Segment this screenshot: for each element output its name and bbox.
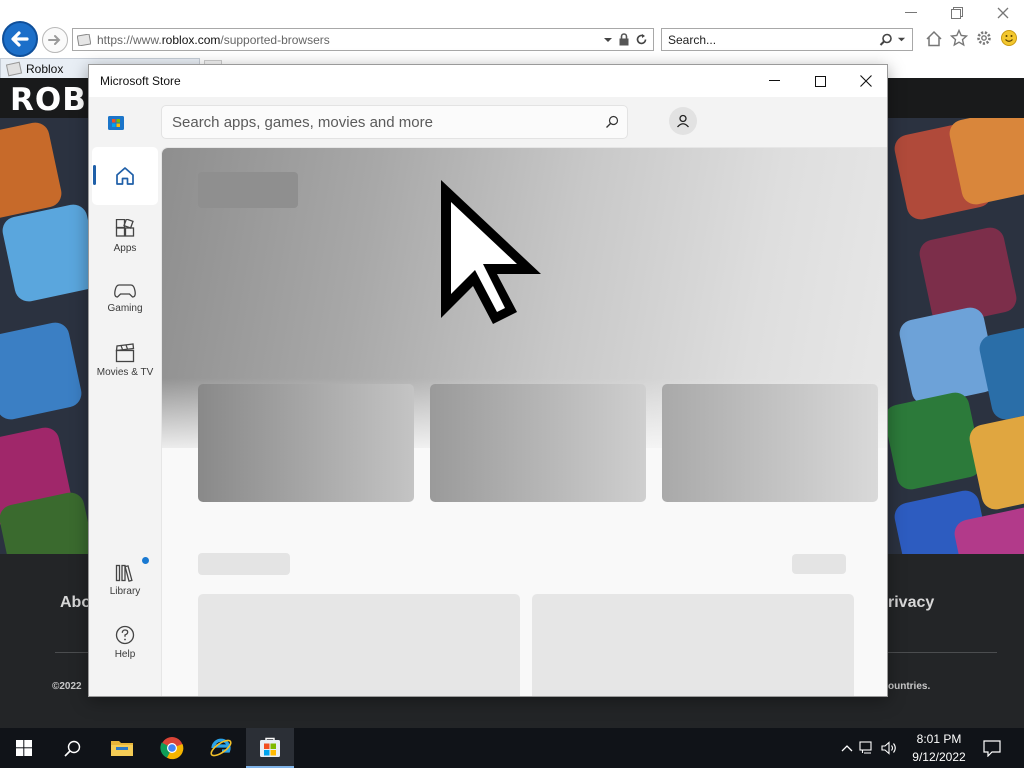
footer-privacy-link[interactable]: rivacy [888,594,934,612]
mouse-pointer-icon [441,180,541,324]
footer-countries-text: ountries. [888,681,931,692]
system-tray [838,728,900,768]
nav-library[interactable]: Library [92,551,158,609]
store-close-button[interactable] [843,65,887,97]
store-titlebar: Microsoft Store [89,65,887,97]
nav-movies-label: Movies & TV [96,366,154,378]
refresh-icon[interactable] [635,33,648,46]
clock-time: 8:01 PM [916,732,962,746]
forward-icon [48,35,61,45]
library-icon [115,564,133,582]
file-explorer-icon [111,741,133,756]
movies-icon [115,342,135,362]
game-tile [0,201,103,305]
apps-icon [115,218,135,237]
browser-close-button[interactable] [994,4,1012,22]
lock-icon[interactable] [618,33,630,46]
search-icon [63,740,80,757]
section-link-placeholder [792,554,846,574]
nav-selected-indicator [93,165,96,185]
nav-help[interactable]: Help [92,613,158,671]
nav-movies-tv[interactable]: Movies & TV [92,331,158,389]
game-tile [881,389,985,493]
ie-toolbar: https://www.roblox.com/supported-browser… [0,0,1024,58]
network-icon[interactable] [856,741,878,755]
library-notification-dot [142,557,149,564]
game-tile [0,319,85,423]
browser-tab-label: Roblox [26,61,64,76]
back-button[interactable] [2,21,38,57]
footer-copyright: ©2022 [52,681,82,692]
content-card-placeholder [532,594,854,696]
store-minimize-button[interactable] [751,65,797,97]
store-logo-icon [260,737,280,757]
forward-button[interactable] [42,27,68,53]
back-icon [11,31,29,47]
windows-start-icon [16,740,32,756]
browser-search-box[interactable] [661,28,913,51]
tab-favicon-icon [5,61,23,76]
chrome-icon [160,737,184,760]
store-search-input[interactable] [162,107,597,137]
help-icon [115,625,135,644]
nav-help-label: Help [114,648,136,660]
content-card-placeholder [198,594,520,696]
footer-about-link[interactable]: Abo [60,594,91,612]
browser-restore-button[interactable] [948,4,966,22]
browser-minimize-button[interactable] [902,4,920,22]
clock-date: 9/12/2022 [912,750,966,764]
gear-icon[interactable] [974,28,993,48]
page-favicon-icon [77,33,91,46]
close-icon [860,75,872,87]
address-dropdown-icon[interactable] [603,35,613,45]
section-title-placeholder [198,553,290,575]
store-topbar [89,97,887,147]
featured-card-placeholder [198,384,414,502]
nav-apps-label: Apps [113,242,137,254]
hero-title-placeholder [198,172,298,208]
store-sidebar: Apps Gaming Movies & TV Library Help [89,147,161,696]
windows-taskbar: 8:01 PM 9/12/2022 [0,728,1024,768]
minimize-icon [768,80,780,81]
address-url: https://www.roblox.com/supported-browser… [97,32,330,47]
start-button[interactable] [0,728,48,768]
ie-icon [210,738,232,757]
nav-library-label: Library [109,585,141,597]
action-center-button[interactable] [968,728,1016,768]
account-icon [677,114,689,128]
microsoft-store-window: Microsoft Store Search apps, games, movi… [88,64,888,697]
featured-card-placeholder [430,384,646,502]
nav-apps[interactable]: Apps [92,207,158,265]
search-dropdown-icon[interactable] [897,35,906,44]
maximize-icon [814,75,826,87]
taskbar-microsoft-store[interactable] [246,728,294,768]
taskbar-internet-explorer[interactable] [197,728,245,768]
store-search-box[interactable] [161,105,628,139]
address-bar[interactable]: https://www.roblox.com/supported-browser… [72,28,654,51]
store-window-title: Microsoft Store [100,74,181,88]
taskbar-chrome[interactable] [148,728,196,768]
volume-icon[interactable] [878,741,900,755]
browser-search-input[interactable] [662,30,879,49]
home-icon [116,167,134,185]
nav-home[interactable] [92,147,158,205]
home-icon[interactable] [924,28,943,48]
store-logo-icon [108,116,124,130]
smiley-icon[interactable] [999,28,1018,48]
taskbar-clock[interactable]: 8:01 PM 9/12/2022 [906,730,972,766]
search-icon[interactable] [879,33,893,47]
account-button[interactable] [669,107,697,135]
tray-overflow-chevron-icon[interactable] [838,744,856,752]
star-icon[interactable] [949,28,968,48]
gaming-icon [114,283,136,298]
store-search-icon[interactable] [597,107,627,137]
taskbar-file-explorer[interactable] [98,728,146,768]
store-maximize-button[interactable] [797,65,843,97]
featured-card-placeholder [662,384,878,502]
taskbar-search-button[interactable] [48,728,96,768]
nav-gaming-label: Gaming [107,302,143,314]
notification-icon [983,739,1001,757]
nav-gaming[interactable]: Gaming [92,269,158,327]
game-tile [0,119,65,223]
